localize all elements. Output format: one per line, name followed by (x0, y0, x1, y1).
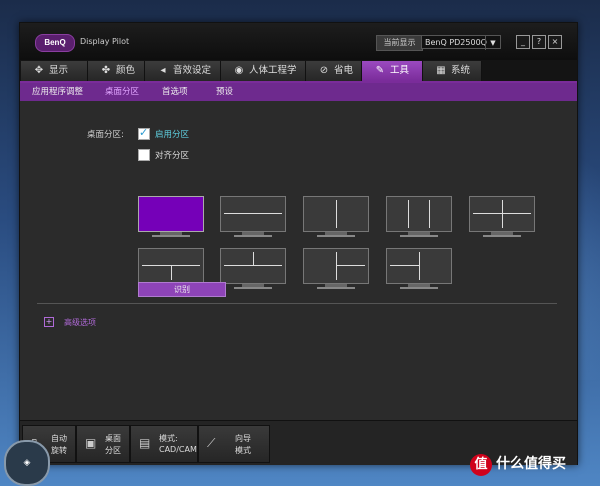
tab-label: 省电 (334, 65, 354, 76)
tab-system[interactable]: ▦ 系统 (423, 61, 482, 81)
sub-tabs: 应用程序调整 桌面分区 首选项 预设 (20, 83, 577, 101)
identify-button[interactable]: 识别 (138, 282, 226, 297)
layout-two-columns[interactable] (303, 196, 369, 239)
monitor-base (483, 235, 521, 237)
desktop-partition-button[interactable]: ▣ 桌面 分区 (76, 425, 130, 463)
magic-wand-icon: ⟋ (207, 436, 216, 450)
wrench-icon: ✎ (375, 65, 385, 76)
tab-label: 系统 (451, 65, 471, 76)
cad-icon: ▤ (139, 436, 151, 450)
section-divider (37, 303, 557, 304)
close-button[interactable]: × (548, 35, 562, 49)
monitor-base (317, 235, 355, 237)
monitor-base (234, 235, 272, 237)
layout-top-two-bottom-one[interactable] (220, 248, 286, 291)
monitor-base (317, 287, 355, 289)
subtab-app-adjust[interactable]: 应用程序调整 (32, 83, 83, 101)
align-partition-checkbox[interactable] (138, 149, 150, 161)
monitor-icon: ▣ (85, 436, 97, 450)
button-label: CAD/CAM (159, 445, 197, 454)
advanced-options-link[interactable]: 高级选项 (64, 317, 96, 328)
tab-audio[interactable]: ◂ 音效设定 (145, 61, 221, 81)
layout-three-columns[interactable] (386, 196, 452, 239)
button-label: 旋转 (51, 446, 67, 455)
monitor-screen (469, 196, 535, 232)
move-icon: ✥ (34, 65, 44, 76)
button-label: 向导 (235, 434, 251, 443)
monitor-screen (138, 248, 204, 284)
checkmark-icon: ✓ (139, 126, 149, 139)
enable-partition-checkbox[interactable]: ✓ (138, 126, 150, 140)
layout-left-two-right-one[interactable] (386, 248, 452, 291)
align-partition-label[interactable]: 对齐分区 (155, 149, 189, 161)
button-label: 桌面 (105, 434, 121, 443)
tab-color[interactable]: ✤ 颜色 (88, 61, 145, 81)
eye-icon: ◉ (234, 65, 244, 76)
tab-label: 颜色 (116, 65, 136, 76)
monitor-screen (303, 248, 369, 284)
title-bar: BenQ Display Pilot 当前显示 BenQ PD2500Q ▼ _… (20, 23, 577, 60)
expand-plus-icon[interactable]: + (44, 317, 54, 327)
monitor-base (400, 287, 438, 289)
layout-two-rows[interactable] (220, 196, 286, 239)
partition-section-label: 桌面分区: (87, 130, 124, 140)
layout-left-one-right-two[interactable] (303, 248, 369, 291)
subtab-desktop-partition[interactable]: 桌面分区 (105, 83, 139, 101)
current-display-label: 当前显示 (376, 35, 423, 51)
monitor-base (400, 235, 438, 237)
watermark-text: 什么值得买 (496, 456, 566, 472)
watermark: 值什么值得买 (470, 453, 566, 476)
monitor-screen (138, 196, 204, 232)
system-icon: ▦ (436, 65, 446, 76)
tab-eco[interactable]: ⊘ 省电 (306, 61, 362, 81)
monitor-base (234, 287, 272, 289)
monitor-screen (220, 196, 286, 232)
tab-display[interactable]: ✥ 显示 (21, 61, 88, 81)
app-window: BenQ Display Pilot 当前显示 BenQ PD2500Q ▼ _… (19, 22, 578, 465)
leaf-icon: ⊘ (319, 65, 329, 76)
button-label: 模式 (235, 446, 251, 455)
layout-single[interactable] (138, 196, 204, 239)
wizard-mode-button[interactable]: ⟋ 向导 模式 (198, 425, 270, 463)
main-tabs: ✥ 显示 ✤ 颜色 ◂ 音效设定 ◉ 人体工程学 ⊘ 省电 ✎ 工具 ▦ 系统 (20, 60, 577, 83)
monitor-screen (386, 248, 452, 284)
subtab-preferences[interactable]: 首选项 (162, 83, 188, 101)
benq-logo: BenQ (35, 34, 75, 52)
cad-cam-mode-button[interactable]: ▤ 模式: CAD/CAM (130, 425, 198, 463)
app-title: Display Pilot (80, 37, 130, 46)
button-label: 自动 (51, 434, 67, 443)
minimize-button[interactable]: _ (516, 35, 530, 49)
tab-label: 人体工程学 (249, 65, 297, 76)
monitor-select[interactable]: BenQ PD2500Q ▼ (421, 35, 501, 50)
speaker-icon: ◂ (160, 65, 166, 76)
button-label: 模式: (159, 434, 178, 443)
tab-label: 显示 (49, 65, 69, 76)
chevron-down-icon[interactable]: ▼ (485, 36, 500, 50)
monitor-screen (386, 196, 452, 232)
enable-partition-label[interactable]: 启用分区 (155, 128, 189, 140)
tab-ergonomics[interactable]: ◉ 人体工程学 (221, 61, 306, 81)
tab-label: 音效设定 (173, 65, 212, 76)
monitor-base (152, 235, 190, 237)
subtab-presets[interactable]: 预设 (216, 83, 233, 101)
monitor-screen (303, 196, 369, 232)
monitor-select-value: BenQ PD2500Q (425, 38, 487, 47)
layout-quad[interactable] (469, 196, 535, 239)
partition-panel: 桌面分区: ✓ 启用分区 对齐分区 识别 + 高级选项 (20, 101, 577, 413)
corner-avatar-logo: ◈ (4, 440, 50, 486)
monitor-screen (220, 248, 286, 284)
button-label: 分区 (105, 446, 121, 455)
help-button[interactable]: ? (532, 35, 546, 49)
tab-label: 工具 (390, 65, 410, 76)
palette-icon: ✤ (101, 65, 111, 76)
tab-tools[interactable]: ✎ 工具 (362, 61, 423, 81)
watermark-badge: 值 (470, 454, 492, 476)
